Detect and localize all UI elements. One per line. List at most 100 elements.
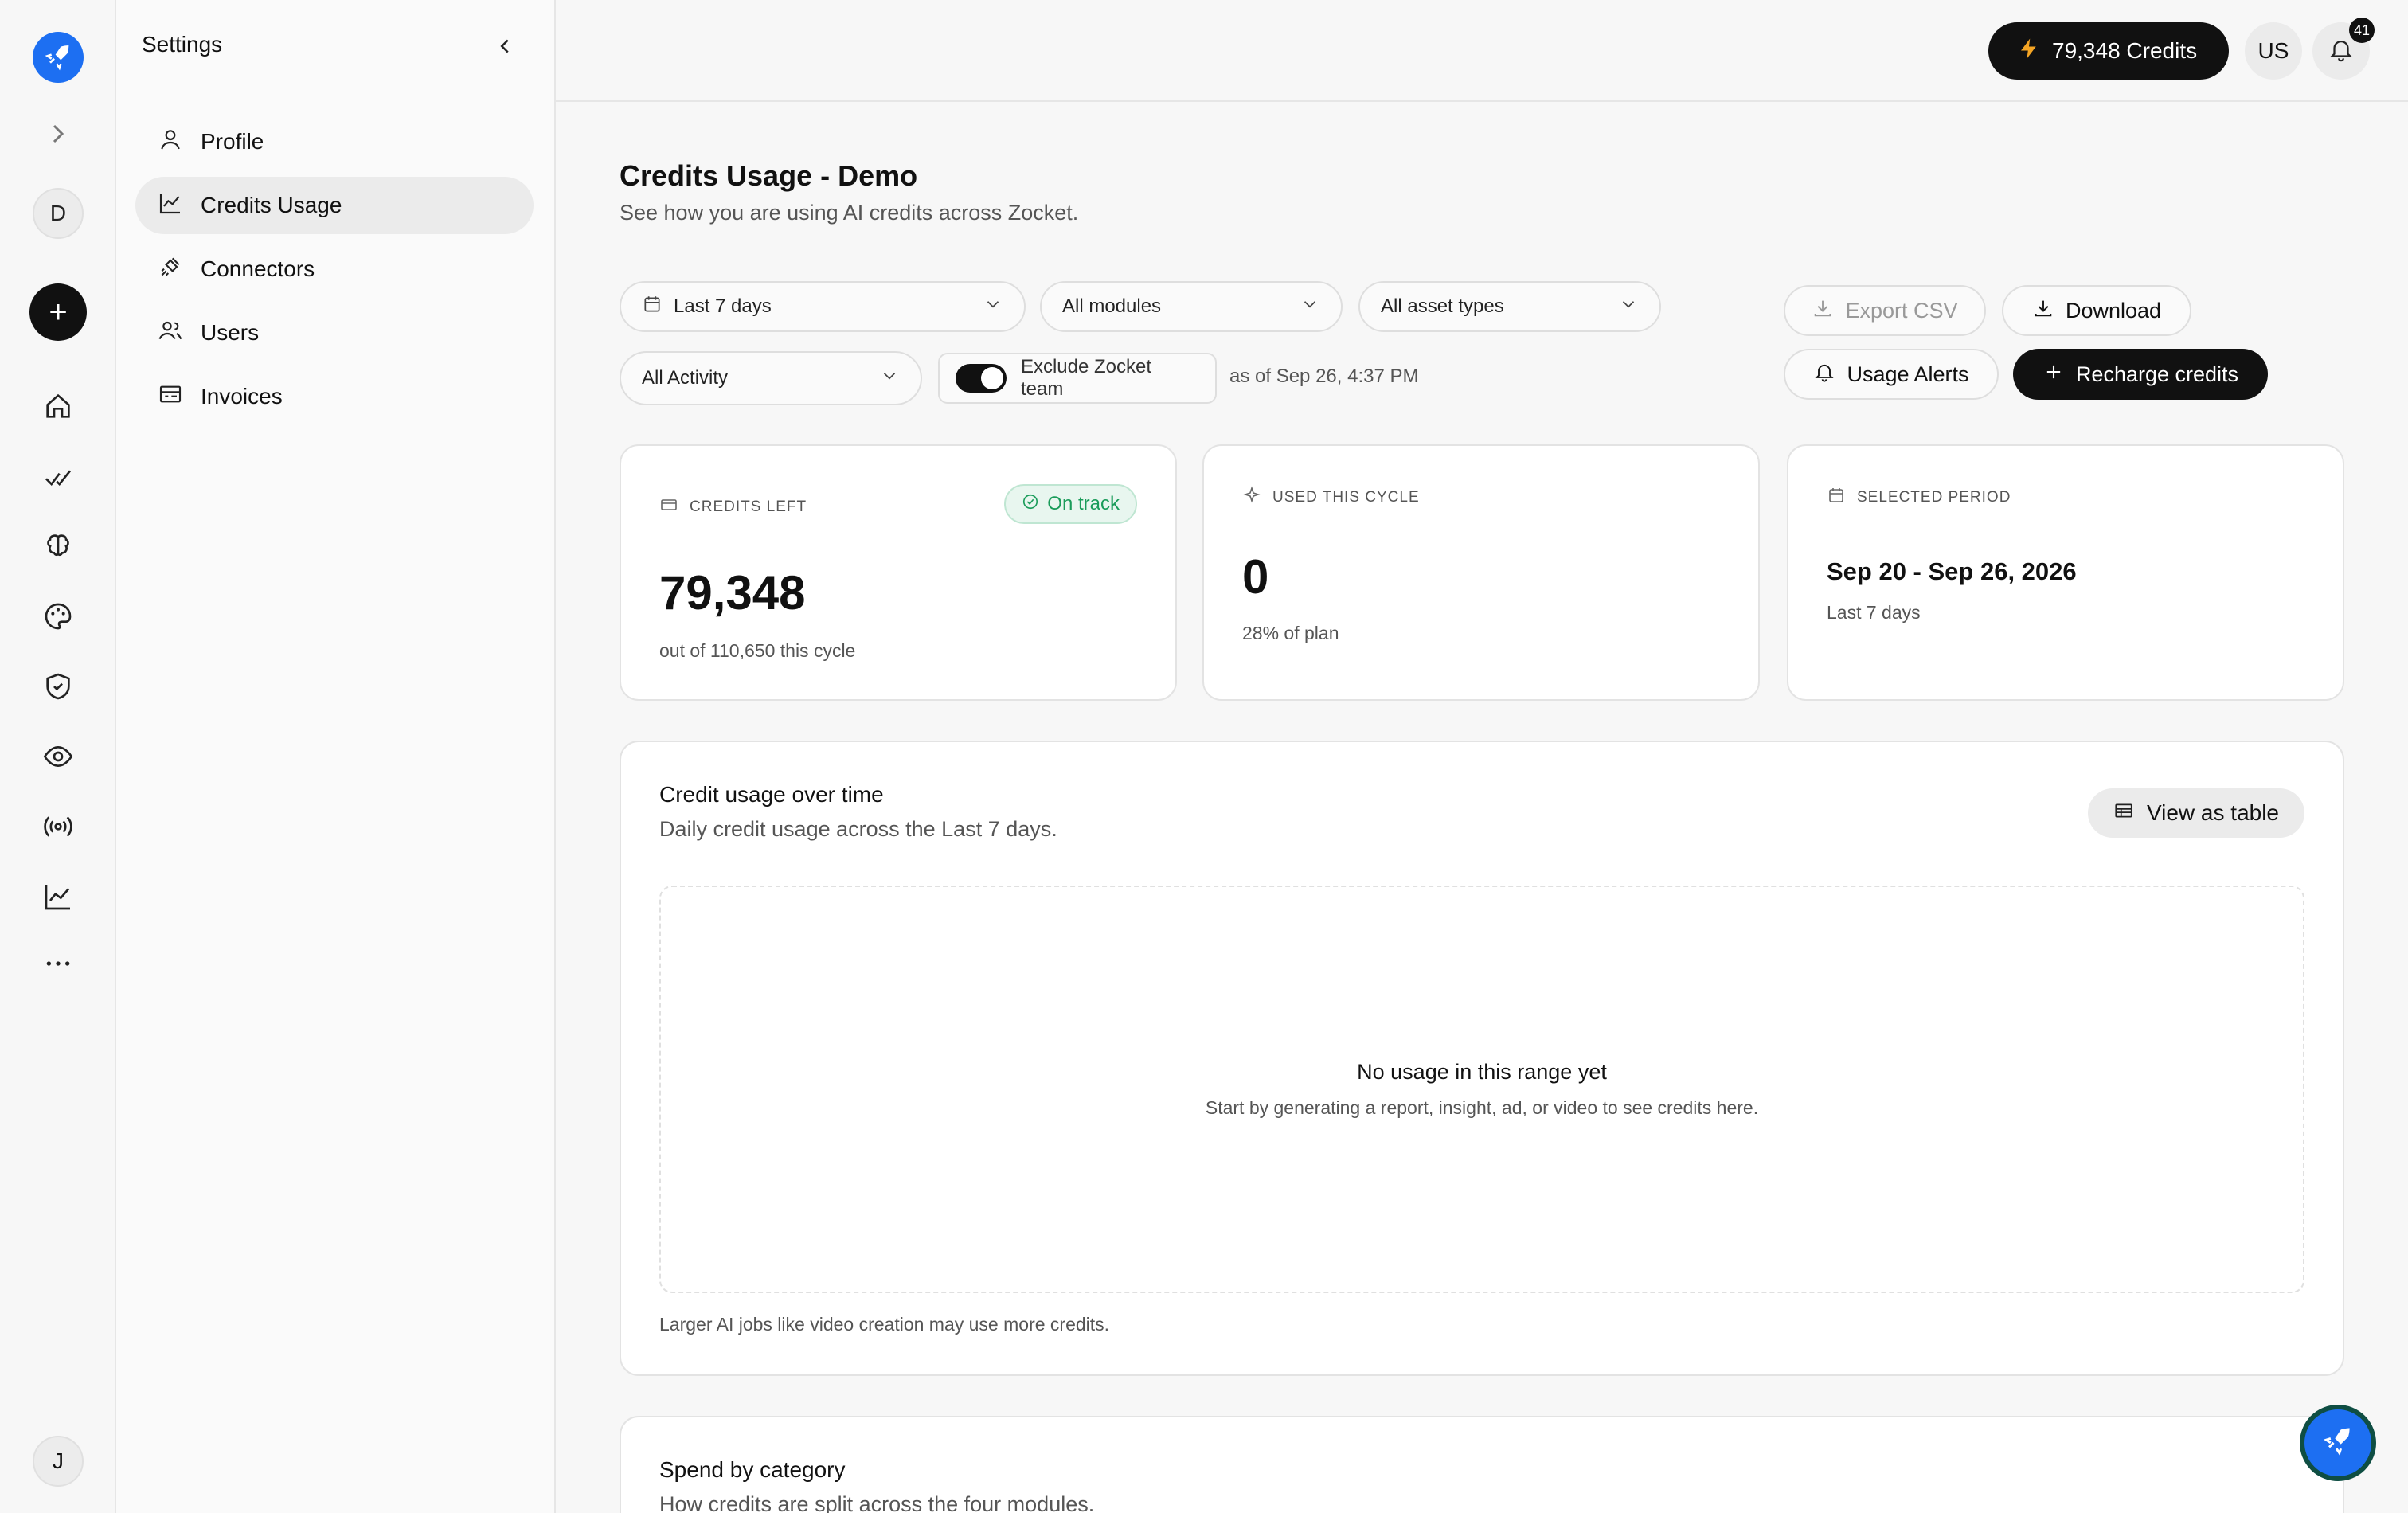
settings-item-invoices[interactable]: Invoices xyxy=(135,368,534,425)
bell-icon xyxy=(1813,361,1835,389)
selected-period-card: SELECTED PERIOD Sep 20 - Sep 26, 2026 La… xyxy=(1787,444,2344,701)
view-as-table-button[interactable]: View as table xyxy=(2087,788,2304,838)
activity-value: All Activity xyxy=(642,367,729,389)
status-badge-label: On track xyxy=(1047,493,1120,514)
plug-icon xyxy=(158,254,183,285)
brain-icon[interactable] xyxy=(42,530,74,566)
check-circle-icon xyxy=(1022,493,1039,516)
used-cycle-card: USED THIS CYCLE 0 28% of plan xyxy=(1202,444,1760,701)
chevron-right-icon[interactable] xyxy=(42,118,74,154)
empty-state: No usage in this range yet Start by gene… xyxy=(659,886,2304,1293)
credits-balance-button[interactable]: 79,348 Credits xyxy=(1988,22,2230,80)
chevron-down-icon xyxy=(1300,294,1320,320)
user-menu-button[interactable]: US xyxy=(2245,22,2302,80)
selected-period-value: Sep 20 - Sep 26, 2026 xyxy=(1827,557,2077,585)
selected-period-label-row: SELECTED PERIOD xyxy=(1827,486,2011,510)
card-icon xyxy=(659,495,678,519)
home-icon[interactable] xyxy=(42,390,74,426)
used-cycle-label: USED THIS CYCLE xyxy=(1272,489,1420,506)
chevron-down-icon xyxy=(879,366,900,392)
icon-rail: D + J xyxy=(0,0,116,1513)
asset-types-select[interactable]: All asset types xyxy=(1358,281,1661,332)
calendar-icon xyxy=(1827,486,1846,510)
status-badge: On track xyxy=(1004,484,1137,524)
page-title: Credits Usage - Demo xyxy=(620,159,918,192)
settings-item-connectors[interactable]: Connectors xyxy=(135,240,534,298)
credits-left-label: CREDITS LEFT xyxy=(690,498,807,515)
export-csv-label: Export CSV xyxy=(1845,298,1958,323)
chart-footnote: Larger AI jobs like video creation may u… xyxy=(659,1314,1110,1335)
invoice-icon xyxy=(158,381,183,412)
settings-item-users[interactable]: Users xyxy=(135,304,534,362)
bell-icon xyxy=(2328,36,2355,67)
eye-icon[interactable] xyxy=(42,741,74,776)
empty-state-subtitle: Start by generating a report, insight, a… xyxy=(1205,1097,1759,1118)
user-icon xyxy=(158,127,183,158)
exclude-team-label: Exclude Zocket team xyxy=(1020,356,1152,400)
workspace-avatar[interactable]: D xyxy=(33,188,84,239)
chevron-left-icon[interactable] xyxy=(491,32,519,61)
category-subtitle: How credits are split across the four mo… xyxy=(659,1492,1095,1513)
category-title: Spend by category xyxy=(659,1457,846,1482)
selected-period-label: SELECTED PERIOD xyxy=(1857,489,2011,506)
recharge-credits-button[interactable]: Recharge credits xyxy=(2013,349,2268,400)
empty-state-title: No usage in this range yet xyxy=(1357,1060,1607,1084)
main-content: Credits Usage - Demo See how you are usi… xyxy=(556,102,2408,1513)
selected-period-sub: Last 7 days xyxy=(1827,602,1921,623)
credit-usage-chart-card: Credit usage over time Daily credit usag… xyxy=(620,741,2344,1376)
settings-item-profile[interactable]: Profile xyxy=(135,113,534,170)
exclude-team-toggle[interactable]: Exclude Zocket team xyxy=(938,353,1217,404)
new-button[interactable]: + xyxy=(29,283,87,341)
settings-item-label: Invoices xyxy=(201,384,283,409)
credits-label: 79,348 Credits xyxy=(2052,38,2198,63)
usage-alerts-button[interactable]: Usage Alerts xyxy=(1784,349,1999,400)
settings-item-credits-usage[interactable]: Credits Usage xyxy=(135,177,534,234)
top-bar: 79,348 Credits US 41 xyxy=(556,0,2408,102)
credits-left-value: 79,348 xyxy=(659,566,806,620)
credits-left-label-row: CREDITS LEFT xyxy=(659,495,807,519)
date-range-select[interactable]: Last 7 days xyxy=(620,281,1026,332)
settings-item-label: Profile xyxy=(201,129,264,154)
chart-title: Credit usage over time xyxy=(659,782,884,807)
lightning-icon xyxy=(2017,37,2041,66)
sparkle-icon xyxy=(1242,486,1261,510)
chart-subtitle: Daily credit usage across the Last 7 day… xyxy=(659,817,1057,841)
rocket-icon xyxy=(2320,1424,2355,1463)
used-cycle-label-row: USED THIS CYCLE xyxy=(1242,486,1420,510)
plus-icon xyxy=(2042,361,2065,389)
rocket-icon[interactable] xyxy=(33,32,84,83)
line-chart-icon[interactable] xyxy=(42,881,74,917)
more-icon[interactable] xyxy=(42,948,74,983)
download-label: Download xyxy=(2065,298,2162,323)
used-cycle-value: 0 xyxy=(1242,550,1269,604)
download-button[interactable]: Download xyxy=(2002,285,2191,336)
as-of-timestamp: as of Sep 26, 4:37 PM xyxy=(1229,366,1419,387)
view-as-table-label: View as table xyxy=(2146,800,2279,825)
settings-panel: Settings Profile Credits Usage Connector… xyxy=(116,0,556,1513)
assistant-fab[interactable] xyxy=(2300,1405,2376,1481)
chevron-down-icon xyxy=(1618,294,1639,320)
chevron-down-icon xyxy=(983,294,1003,320)
toggle-switch[interactable] xyxy=(956,364,1007,393)
notification-count-badge: 41 xyxy=(2348,18,2375,43)
palette-icon[interactable] xyxy=(42,600,74,636)
recharge-label: Recharge credits xyxy=(2075,362,2239,386)
credits-left-card: CREDITS LEFT On track 79,348 out of 110,… xyxy=(620,444,1177,701)
modules-value: All modules xyxy=(1062,295,1162,317)
page-subtitle: See how you are using AI credits across … xyxy=(620,201,1079,225)
modules-select[interactable]: All modules xyxy=(1040,281,1343,332)
export-csv-button[interactable]: Export CSV xyxy=(1784,285,1986,336)
users-icon xyxy=(158,318,183,349)
broadcast-icon[interactable] xyxy=(42,811,74,846)
asset-types-value: All asset types xyxy=(1381,295,1504,317)
usage-alerts-label: Usage Alerts xyxy=(1847,362,1969,386)
activity-select[interactable]: All Activity xyxy=(620,351,922,405)
analytics-icon[interactable] xyxy=(42,460,74,496)
download-icon xyxy=(1812,297,1834,325)
user-avatar[interactable]: J xyxy=(33,1436,84,1487)
notifications-button[interactable]: 41 xyxy=(2312,18,2375,80)
table-icon xyxy=(2113,800,2134,827)
shield-icon[interactable] xyxy=(42,670,74,706)
settings-item-label: Users xyxy=(201,320,260,345)
calendar-icon xyxy=(642,294,663,320)
